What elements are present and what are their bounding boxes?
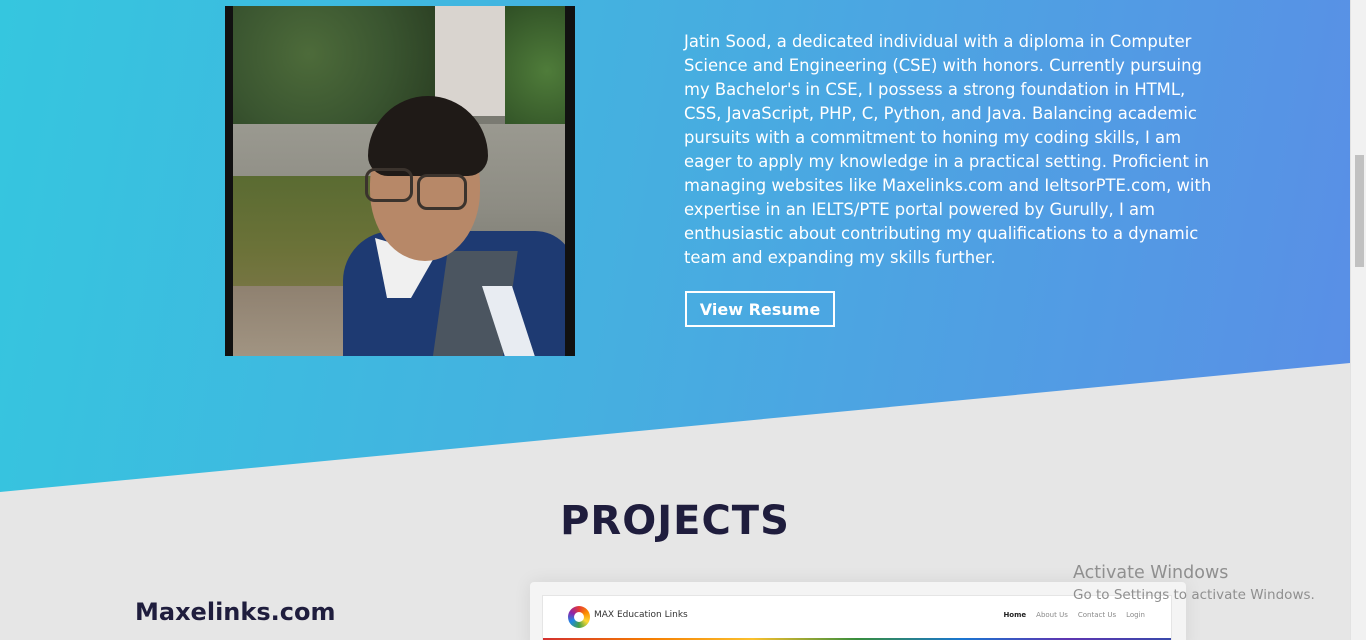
profile-photo: [225, 6, 575, 356]
brand-logo-icon: [568, 606, 590, 628]
watermark-title: Activate Windows: [1073, 563, 1229, 583]
watermark-subtitle: Go to Settings to activate Windows.: [1073, 587, 1315, 603]
view-resume-button[interactable]: View Resume: [685, 291, 835, 327]
preview-nav-login: Login: [1126, 611, 1145, 619]
preview-brand-name: MAX Education Links: [594, 610, 688, 620]
about-bio-text: Jatin Sood, a dedicated individual with …: [684, 32, 1212, 267]
vertical-scrollbar[interactable]: [1350, 0, 1366, 640]
preview-nav-about: About Us: [1036, 611, 1068, 619]
preview-nav-home: Home: [1003, 611, 1027, 619]
page: Jatin Sood, a dedicated individual with …: [0, 0, 1366, 640]
windows-activation-watermark: Activate Windows Go to Settings to activ…: [1073, 562, 1315, 605]
scrollbar-thumb[interactable]: [1355, 155, 1364, 267]
project-title: Maxelinks.com: [135, 598, 336, 626]
preview-nav: Home About Us Contact Us Login: [1003, 611, 1145, 619]
preview-nav-contact: Contact Us: [1077, 611, 1117, 619]
projects-heading: PROJECTS: [560, 498, 790, 544]
